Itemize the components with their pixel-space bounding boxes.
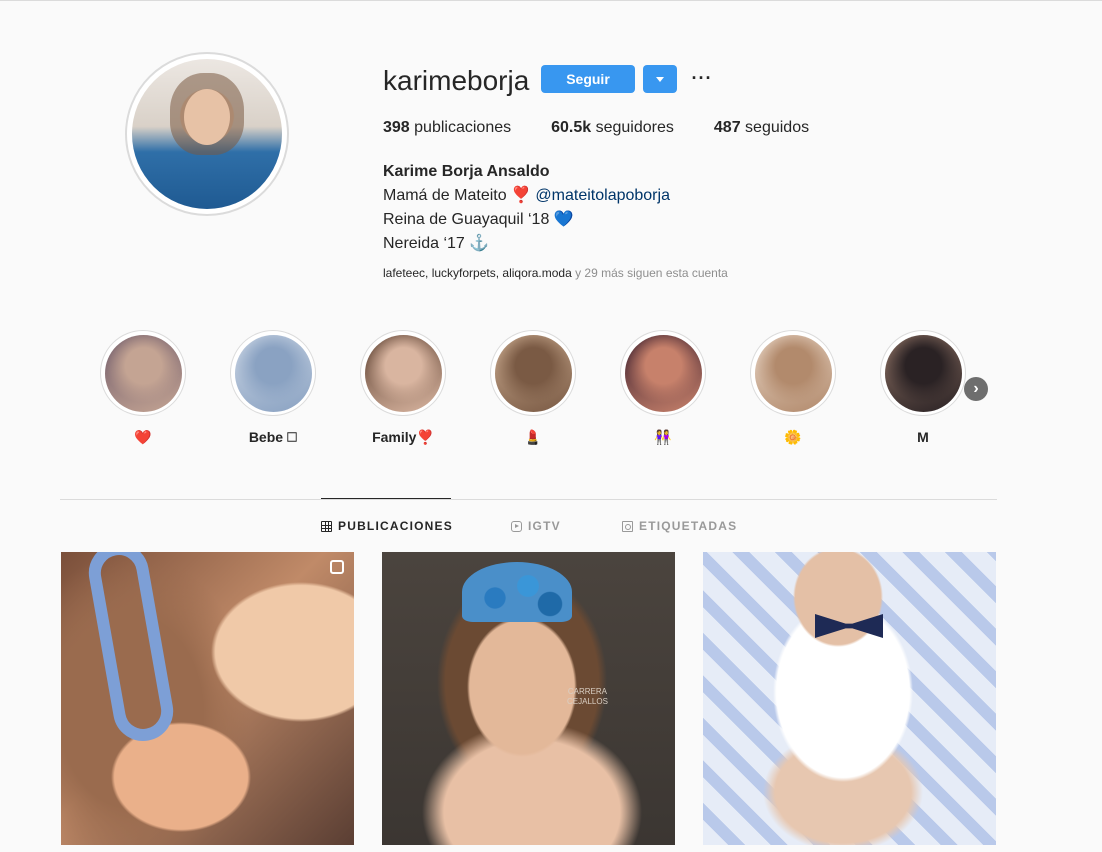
- highlights-next-arrow-icon[interactable]: ›: [964, 377, 988, 401]
- highlight-label: ❤️: [134, 429, 152, 445]
- bio-line-1-text: Mamá de Mateito ❣️: [383, 187, 536, 204]
- stat-following[interactable]: 487 seguidos: [714, 119, 809, 137]
- followed-by-suffix: y 29 más siguen esta cuenta: [571, 266, 728, 280]
- tabs-divider: [60, 499, 997, 500]
- active-tab-indicator: [321, 498, 451, 499]
- highlight-ring: [490, 330, 576, 416]
- posts-label: publicaciones: [414, 119, 512, 136]
- highlight-label: 🌼: [784, 429, 802, 445]
- highlight-ring: [230, 330, 316, 416]
- highlight-cover: [624, 334, 702, 412]
- highlight-label: M: [917, 429, 929, 445]
- highlight-item[interactable]: Bebe 🗆: [230, 330, 316, 446]
- profile-stats: 398 publicaciones 60.5k seguidores 487 s…: [383, 119, 849, 137]
- story-highlights: ❤️ Bebe 🗆 Family❣️ 💄 👭 🌼 M: [100, 330, 1000, 450]
- tab-etiquetadas[interactable]: ETIQUETADAS: [622, 519, 737, 533]
- followed-by-names: lafeteec, luckyforpets, aliqora.moda: [383, 266, 572, 280]
- grid-icon: [321, 520, 332, 532]
- multiple-photos-icon: [330, 560, 344, 574]
- highlight-label: 👭: [654, 429, 672, 445]
- suggested-accounts-dropdown-button[interactable]: [643, 65, 677, 93]
- igtv-icon: [511, 520, 522, 532]
- post-thumbnail[interactable]: [61, 552, 354, 845]
- bio-line-1: Mamá de Mateito ❣️ @mateitolapoborja: [383, 184, 670, 208]
- highlight-item[interactable]: 💄: [490, 330, 576, 446]
- follow-button[interactable]: Seguir: [541, 65, 635, 93]
- tab-label: IGTV: [528, 519, 561, 533]
- followers-count: 60.5k: [551, 119, 592, 136]
- more-options-button[interactable]: ···: [690, 66, 714, 90]
- followers-label: seguidores: [595, 119, 674, 136]
- highlight-item[interactable]: 👭: [620, 330, 706, 446]
- profile-avatar[interactable]: [125, 52, 289, 216]
- highlight-label: Bebe 🗆: [248, 429, 298, 445]
- bio-line-2: Reina de Guayaquil ‘18 💙: [383, 211, 574, 228]
- tab-label: PUBLICACIONES: [338, 519, 453, 533]
- tagged-icon: [622, 520, 633, 532]
- avatar-photo: [132, 59, 282, 209]
- highlight-item[interactable]: Family❣️: [360, 330, 446, 446]
- highlight-label: 💄: [524, 429, 542, 445]
- highlight-ring: [100, 330, 186, 416]
- post-image-detail: [84, 552, 178, 746]
- profile-username: karimeborja: [383, 65, 530, 96]
- highlight-item[interactable]: M: [880, 330, 966, 446]
- highlight-cover: [754, 334, 832, 412]
- post-thumbnail[interactable]: CARRERA CEJALLOS: [382, 552, 675, 845]
- stat-posts: 398 publicaciones: [383, 119, 511, 137]
- highlight-ring: [880, 330, 966, 416]
- profile-bio: Karime Borja Ansaldo Mamá de Mateito ❣️ …: [383, 160, 670, 256]
- highlight-ring: [620, 330, 706, 416]
- highlight-cover: [234, 334, 312, 412]
- post-image-detail: [462, 562, 572, 622]
- followed-by[interactable]: lafeteec, luckyforpets, aliqora.moda y 2…: [383, 266, 728, 280]
- highlight-cover: [884, 334, 962, 412]
- full-name: Karime Borja Ansaldo: [383, 163, 550, 180]
- highlight-ring: [360, 330, 446, 416]
- highlight-item[interactable]: 🌼: [750, 330, 836, 446]
- highlight-label: Family❣️: [372, 429, 434, 445]
- posts-count: 398: [383, 119, 410, 136]
- tab-igtv[interactable]: IGTV: [511, 519, 561, 533]
- photo-watermark: CARRERA CEJALLOS: [567, 687, 608, 706]
- post-thumbnail[interactable]: [703, 552, 996, 845]
- highlight-cover: [364, 334, 442, 412]
- highlight-item[interactable]: ❤️: [100, 330, 186, 446]
- tab-publicaciones[interactable]: PUBLICACIONES: [321, 519, 453, 533]
- chevron-down-icon: [656, 76, 664, 82]
- following-count: 487: [713, 119, 741, 136]
- bio-line-3: Nereida ‘17 ⚓️: [383, 235, 490, 252]
- stat-followers[interactable]: 60.5k seguidores: [551, 119, 674, 137]
- post-image-detail: [815, 614, 883, 638]
- tab-label: ETIQUETADAS: [639, 519, 738, 533]
- following-label: seguidos: [745, 119, 810, 136]
- top-divider: [0, 0, 1102, 1]
- highlight-cover: [104, 334, 182, 412]
- highlight-ring: [750, 330, 836, 416]
- highlight-cover: [494, 334, 572, 412]
- mention-link[interactable]: @mateitolapoborja: [535, 187, 670, 204]
